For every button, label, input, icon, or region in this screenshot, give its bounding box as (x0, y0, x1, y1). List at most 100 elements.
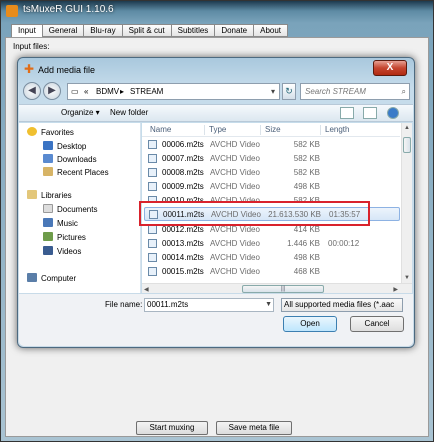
forward-arrow-icon[interactable]: ▶ (43, 82, 61, 100)
tab-general[interactable]: General (41, 24, 85, 37)
nav-downloads[interactable]: Downloads (43, 154, 97, 166)
nav-libraries[interactable]: Libraries (27, 190, 72, 202)
filename-input[interactable]: 00011.m2ts ▼ (144, 298, 274, 312)
file-name: 00006.m2ts (162, 140, 204, 149)
file-size: 582 KB (293, 140, 320, 149)
filename-value: 00011.m2ts (147, 300, 189, 309)
address-bar[interactable]: ▭ « BDMV ▸ STREAM ▾ (67, 83, 280, 100)
file-row[interactable]: 00015.m2ts AVCHD Video 468 KB (144, 265, 400, 278)
nav-computer[interactable]: Computer (27, 273, 76, 285)
file-row-selected[interactable]: 00011.m2ts AVCHD Video 21.613.530 KB 01:… (144, 207, 400, 221)
tab-donate[interactable]: Donate (214, 24, 255, 37)
close-button[interactable]: X (373, 60, 407, 76)
horizontal-scrollbar[interactable]: ◀ ||| ▶ (142, 283, 412, 293)
column-name[interactable]: Name (150, 123, 171, 137)
nav-libraries-label: Libraries (41, 191, 72, 200)
address-dropdown-icon[interactable]: ▾ (267, 84, 279, 99)
save-meta-file-button[interactable]: Save meta file (216, 421, 292, 435)
main-bottom-buttons: Start muxing Save meta file (6, 421, 428, 435)
dialog-footer: File name: 00011.m2ts ▼ All supported me… (19, 294, 413, 346)
column-size[interactable]: Size (265, 123, 281, 137)
nav-pictures[interactable]: Pictures (43, 232, 86, 244)
nav-desktop-label: Desktop (57, 142, 87, 151)
dialog-titlebar: ✚ Add media file X (18, 58, 414, 80)
tab-about[interactable]: About (253, 24, 289, 37)
nav-documents[interactable]: Documents (43, 204, 97, 216)
cancel-button[interactable]: Cancel (350, 316, 404, 332)
open-button[interactable]: Open (283, 316, 337, 332)
breadcrumb-bdmv[interactable]: BDMV (96, 84, 119, 99)
help-icon[interactable] (387, 107, 399, 119)
vertical-scrollbar[interactable]: ▲ ▼ (401, 123, 412, 283)
start-muxing-button[interactable]: Start muxing (136, 421, 208, 435)
file-row[interactable]: 00013.m2ts AVCHD Video 1.446 KB 00:00:12 (144, 237, 400, 250)
back-arrow-icon[interactable]: ◀ (23, 82, 41, 100)
nav-music[interactable]: Music (43, 218, 78, 230)
nav-favorites[interactable]: Favorites (27, 127, 74, 139)
nav-recent-places[interactable]: Recent Places (43, 167, 109, 179)
file-size: 582 KB (293, 196, 320, 203)
scroll-left-icon[interactable]: ◀ (144, 286, 149, 293)
video-file-icon (149, 210, 158, 219)
tab-split-cut[interactable]: Split & cut (121, 24, 172, 37)
file-list-header: Name Type Size Length (142, 123, 400, 137)
navigation-pane: Favorites Desktop Downloads Recent Place… (19, 123, 141, 293)
file-row[interactable]: 00012.m2ts AVCHD Video 414 KB (144, 223, 400, 236)
organize-button[interactable]: Organize ▾ (61, 108, 100, 117)
file-type: AVCHD Video (210, 182, 260, 191)
file-name: 00009.m2ts (162, 182, 204, 191)
horizontal-scroll-thumb[interactable]: ||| (242, 285, 324, 293)
file-row[interactable]: 00010.m2ts AVCHD Video 582 KB (144, 194, 400, 203)
file-row[interactable]: 00008.m2ts AVCHD Video 582 KB (144, 166, 400, 179)
tab-subtitles[interactable]: Subtitles (170, 24, 216, 37)
breadcrumb-stream[interactable]: STREAM (130, 84, 163, 99)
scroll-down-icon[interactable]: ▼ (404, 275, 410, 281)
nav-computer-label: Computer (41, 274, 77, 283)
file-type: AVCHD Video (210, 168, 260, 177)
column-divider[interactable] (320, 125, 321, 135)
refresh-icon[interactable]: ↻ (282, 83, 296, 100)
music-icon (43, 218, 53, 227)
documents-icon (43, 204, 53, 213)
chevron-down-icon[interactable]: ▼ (265, 299, 272, 311)
search-input[interactable]: Search STREAM ⌕ (300, 83, 410, 100)
file-size: 468 KB (293, 267, 320, 276)
file-name: 00011.m2ts (163, 210, 205, 219)
new-folder-button[interactable]: New folder (110, 108, 148, 117)
tab-input[interactable]: Input (11, 24, 43, 38)
video-file-icon (148, 140, 157, 149)
file-name: 00008.m2ts (162, 168, 204, 177)
file-type-filter-select[interactable]: All supported media files (*.aac (281, 298, 403, 312)
file-size: 582 KB (293, 154, 320, 163)
column-length[interactable]: Length (325, 123, 349, 137)
file-type: AVCHD Video (210, 239, 260, 248)
column-divider[interactable] (260, 125, 261, 135)
search-icon[interactable]: ⌕ (402, 84, 406, 99)
file-row[interactable]: 00009.m2ts AVCHD Video 498 KB (144, 180, 400, 193)
preview-pane-icon[interactable] (363, 107, 377, 119)
nav-desktop[interactable]: Desktop (43, 141, 86, 153)
folder-icon: ▭ (71, 87, 79, 96)
computer-icon (27, 273, 37, 282)
nav-documents-label: Documents (57, 205, 98, 214)
nav-favorites-label: Favorites (41, 128, 74, 137)
tsmuxer-dialog-icon: ✚ (24, 62, 35, 76)
star-icon (27, 127, 37, 136)
video-file-icon (148, 196, 157, 203)
column-type[interactable]: Type (209, 123, 226, 137)
column-divider[interactable] (204, 125, 205, 135)
view-options-icon[interactable] (340, 107, 354, 119)
file-row[interactable]: 00006.m2ts AVCHD Video 582 KB (144, 138, 400, 151)
file-size: 582 KB (293, 168, 320, 177)
tab-blu-ray[interactable]: Blu-ray (83, 24, 123, 37)
scroll-up-icon[interactable]: ▲ (404, 125, 410, 131)
main-tab-bar: Input General Blu-ray Split & cut Subtit… (11, 24, 289, 38)
address-overflow-chevron[interactable]: « (84, 84, 88, 99)
nav-videos[interactable]: Videos (43, 246, 81, 258)
file-row[interactable]: 00014.m2ts AVCHD Video 498 KB (144, 251, 400, 264)
search-placeholder: Search STREAM (305, 87, 366, 96)
file-row[interactable]: 00007.m2ts AVCHD Video 582 KB (144, 152, 400, 165)
scroll-right-icon[interactable]: ▶ (393, 286, 398, 293)
breadcrumb-separator-icon: ▸ (120, 87, 125, 96)
vertical-scroll-thumb[interactable] (403, 137, 411, 153)
